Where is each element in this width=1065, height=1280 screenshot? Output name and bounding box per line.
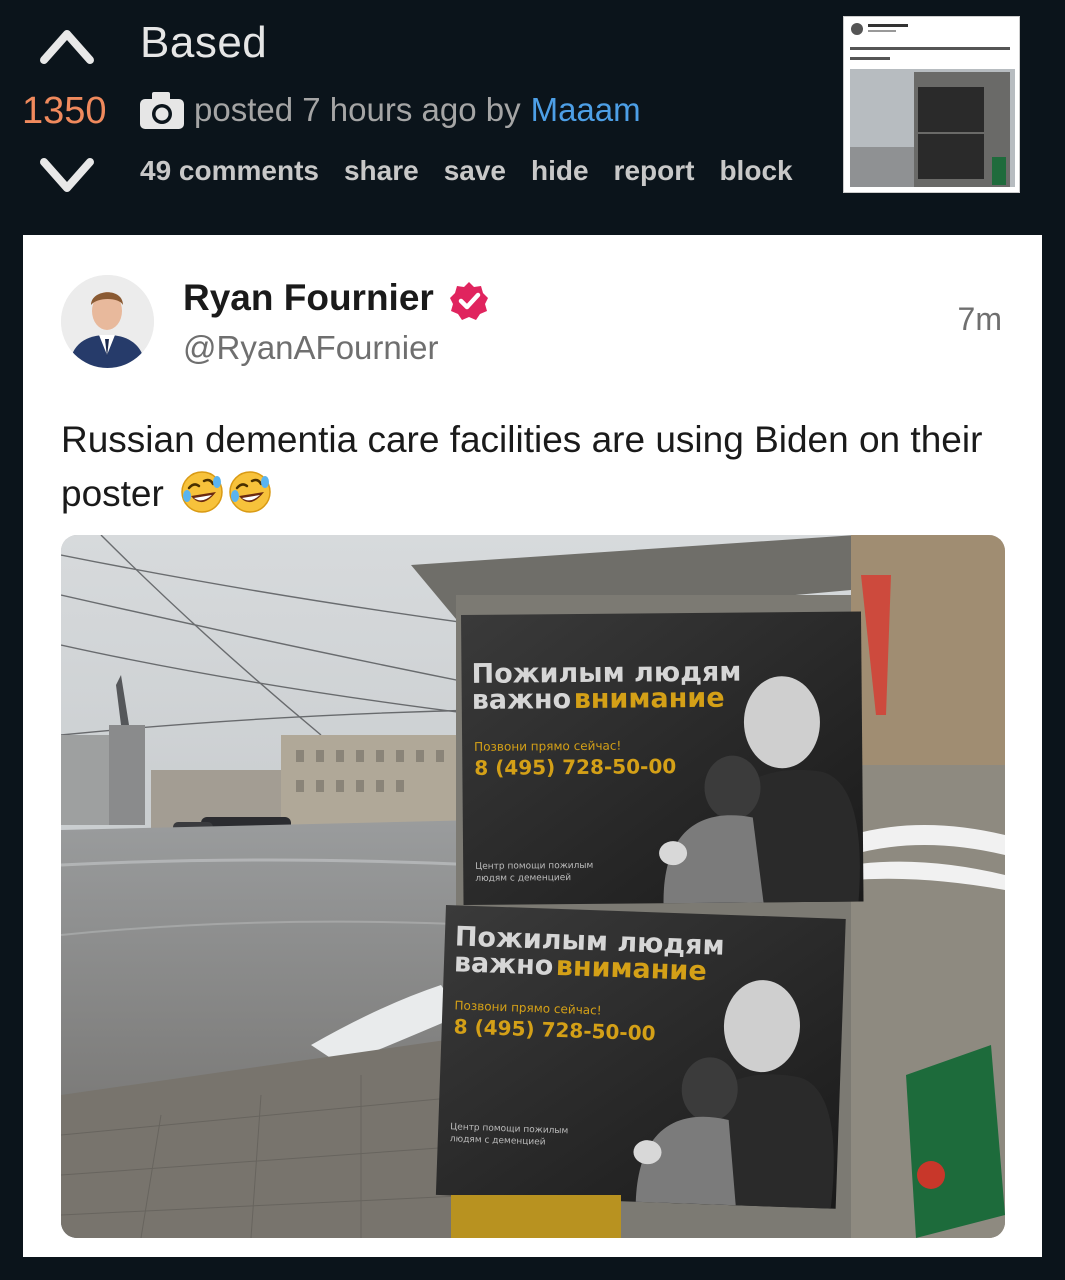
- poster-phone: 8 (495) 728-50-00: [474, 754, 676, 780]
- post-meta-text: posted 7 hours ago by: [194, 91, 521, 128]
- upvote-chevron-up-icon[interactable]: [38, 22, 96, 68]
- save-link[interactable]: save: [444, 155, 506, 187]
- poster-footer-2: людям с деменцией: [475, 873, 571, 884]
- camera-icon: [140, 92, 184, 129]
- poster-footer-1: Центр помощи пожилым: [475, 861, 593, 872]
- post-score: 1350: [22, 90, 107, 132]
- poster-headline-accent: внимание: [555, 951, 707, 987]
- downvote-chevron-down-icon[interactable]: [38, 152, 96, 198]
- post-actions: 49 comments share save hide report block: [140, 155, 793, 187]
- post-thumbnail[interactable]: [843, 16, 1020, 193]
- post-meta: posted 7 hours ago by Maaam: [138, 86, 641, 134]
- tweet-card: Ryan Fournier @RyanAFournier 7m Russian …: [23, 235, 1042, 1257]
- tweet-text: Russian dementia care facilities are usi…: [61, 413, 1001, 521]
- post-header: 1350 Based posted 7 hours ago by Maaam 4…: [0, 0, 1065, 235]
- verified-badge-icon: [450, 282, 488, 320]
- post-author-link[interactable]: Maaam: [531, 91, 641, 129]
- rolling-laughing-emoji-icon: [229, 471, 271, 513]
- avatar[interactable]: [61, 275, 154, 368]
- tweet-photo[interactable]: Пожилым людям важно внимание Позвони пря…: [61, 535, 1005, 1238]
- share-link[interactable]: share: [344, 155, 419, 187]
- tweet-timestamp: 7m: [957, 301, 1002, 337]
- comments-link[interactable]: 49 comments: [140, 155, 319, 187]
- rolling-laughing-emoji-icon: [181, 471, 223, 513]
- tweet-handle[interactable]: @RyanAFournier: [183, 329, 438, 367]
- report-link[interactable]: report: [614, 155, 695, 187]
- post-title[interactable]: Based: [140, 18, 267, 68]
- poster-headline-prefix: важно: [472, 684, 572, 716]
- tweet-author-name[interactable]: Ryan Fournier: [183, 277, 434, 319]
- block-link[interactable]: block: [719, 155, 792, 187]
- poster-headline-accent: внимание: [574, 683, 725, 715]
- emoji-group: [180, 470, 272, 514]
- hide-link[interactable]: hide: [531, 155, 589, 187]
- poster-call-label: Позвони прямо сейчас!: [474, 739, 621, 754]
- poster-headline-prefix: важно: [453, 947, 553, 981]
